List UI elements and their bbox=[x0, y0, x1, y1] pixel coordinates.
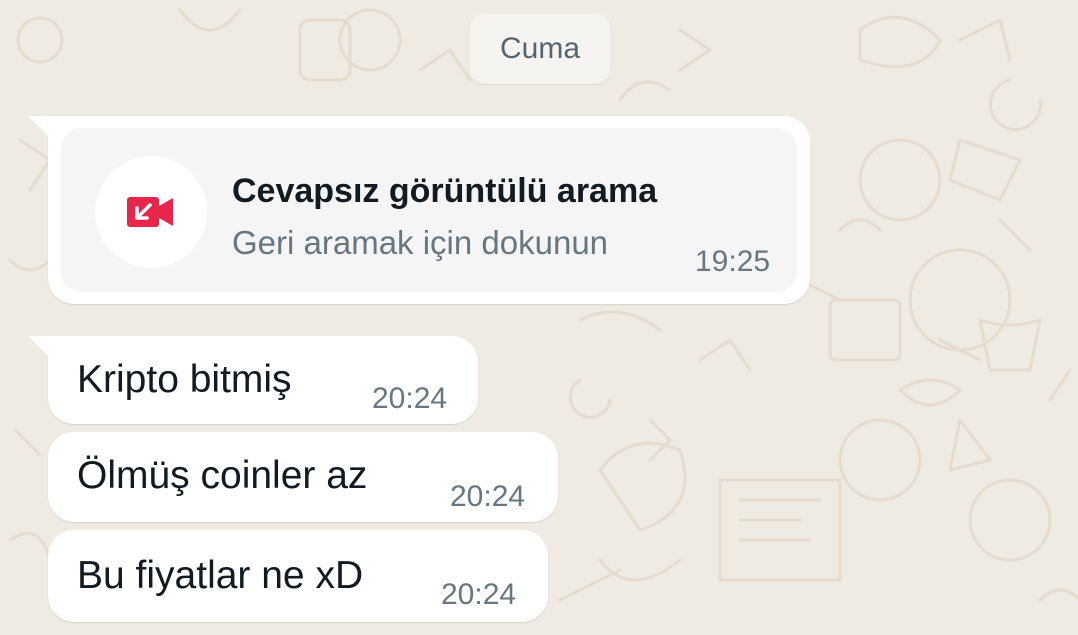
bubble-tail bbox=[28, 336, 50, 358]
message-time: 20:24 bbox=[441, 578, 517, 611]
message-text: Ölmüş coinler az bbox=[77, 454, 368, 497]
date-separator-label: Cuma bbox=[499, 32, 581, 65]
missed-call-time: 19:25 bbox=[695, 245, 771, 278]
message-bubble[interactable]: Kripto bitmiş 20:24 bbox=[48, 336, 478, 424]
missed-call-title: Cevapsız görüntülü arama bbox=[232, 172, 658, 210]
missed-call-bubble[interactable]: Cevapsız görüntülü arama Geri aramak içi… bbox=[48, 116, 810, 304]
message-text: Kripto bitmiş bbox=[77, 358, 292, 401]
missed-video-call-icon bbox=[126, 192, 176, 232]
message-bubble[interactable]: Bu fiyatlar ne xD 20:24 bbox=[48, 530, 548, 622]
bubble-tail bbox=[28, 116, 50, 138]
missed-call-icon-wrap bbox=[95, 156, 207, 268]
message-time: 20:24 bbox=[372, 382, 448, 415]
message-time: 20:24 bbox=[450, 480, 526, 513]
message-bubble[interactable]: Ölmüş coinler az 20:24 bbox=[48, 432, 558, 522]
date-separator: Cuma bbox=[470, 14, 610, 84]
missed-call-card[interactable]: Cevapsız görüntülü arama Geri aramak içi… bbox=[61, 128, 797, 292]
missed-call-subtitle: Geri aramak için dokunun bbox=[232, 224, 609, 261]
message-text: Bu fiyatlar ne xD bbox=[77, 554, 364, 597]
